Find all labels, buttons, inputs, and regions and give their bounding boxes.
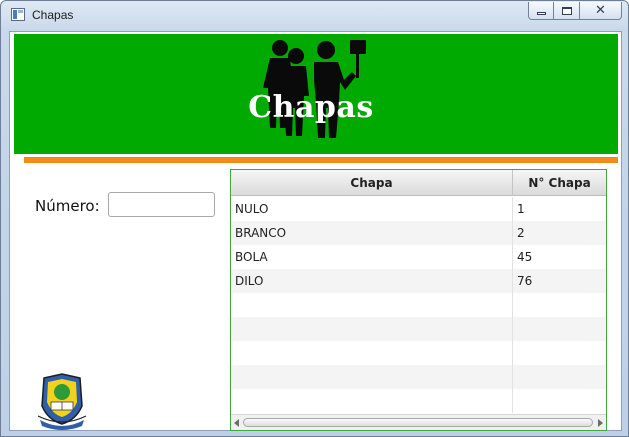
caption-buttons: ✕: [528, 2, 622, 20]
cell-numero: [513, 293, 606, 317]
minimize-button[interactable]: [528, 2, 554, 20]
cell-numero: [513, 341, 606, 365]
numero-input[interactable]: [108, 192, 215, 217]
scroll-right-icon[interactable]: [598, 419, 603, 427]
cell-chapa: DILO: [231, 269, 513, 293]
maximize-icon: [561, 6, 572, 15]
cell-chapa: NULO: [231, 197, 513, 221]
cell-chapa: [231, 341, 513, 365]
column-header-chapa[interactable]: Chapa: [231, 170, 513, 196]
table-row: [231, 293, 606, 317]
maximize-button[interactable]: [554, 2, 580, 20]
cell-numero: 76: [517, 274, 533, 288]
cell-chapa: [231, 293, 513, 317]
table-row: [231, 365, 606, 389]
horizontal-scrollbar[interactable]: [231, 414, 606, 430]
header-banner: Chapas: [14, 34, 618, 154]
cell-numero: 45: [517, 250, 533, 264]
cell-numero: [513, 317, 606, 341]
scrollbar-thumb[interactable]: [243, 418, 593, 427]
accent-divider: [24, 157, 618, 163]
cell-chapa: [231, 317, 513, 341]
column-header-numero[interactable]: N° Chapa: [513, 170, 606, 196]
app-window-icon[interactable]: [11, 8, 25, 21]
close-icon: ✕: [595, 3, 606, 18]
table-row[interactable]: DILO 76: [231, 269, 606, 293]
window-content: Chapas Número: Chapa N° Chapa NULO 1 BRA…: [9, 31, 622, 431]
title-bar[interactable]: Chapas ✕: [1, 1, 628, 29]
cell-numero: 2: [517, 226, 525, 240]
scroll-left-icon[interactable]: [234, 419, 239, 427]
table-row: [231, 389, 606, 413]
table-header: Chapa N° Chapa: [231, 170, 606, 196]
table-row: [231, 317, 606, 341]
minimize-icon: [536, 11, 546, 15]
window-title: Chapas: [32, 8, 74, 22]
cell-numero: [513, 389, 606, 413]
cell-numero: [513, 365, 606, 389]
cell-numero: 1: [517, 202, 525, 216]
table-row[interactable]: NULO 1: [231, 197, 606, 221]
cell-chapa: [231, 365, 513, 389]
cell-chapa: [231, 389, 513, 413]
table-row[interactable]: BOLA 45: [231, 245, 606, 269]
app-window: Chapas ✕ Chapas Número: Chapa N° Chapa N…: [0, 0, 629, 437]
table-row: [231, 341, 606, 365]
school-crest-icon: [37, 373, 87, 430]
banner-title: Chapas: [248, 90, 374, 125]
table-row[interactable]: BRANCO 2: [231, 221, 606, 245]
cell-chapa: BRANCO: [231, 221, 513, 245]
close-button[interactable]: ✕: [580, 2, 622, 20]
cell-chapa: BOLA: [231, 245, 513, 269]
chapas-table[interactable]: Chapa N° Chapa NULO 1 BRANCO 2 BOLA 45 D…: [230, 169, 607, 431]
table-body: NULO 1 BRANCO 2 BOLA 45 DILO 76: [231, 197, 606, 413]
numero-label: Número:: [35, 197, 100, 215]
